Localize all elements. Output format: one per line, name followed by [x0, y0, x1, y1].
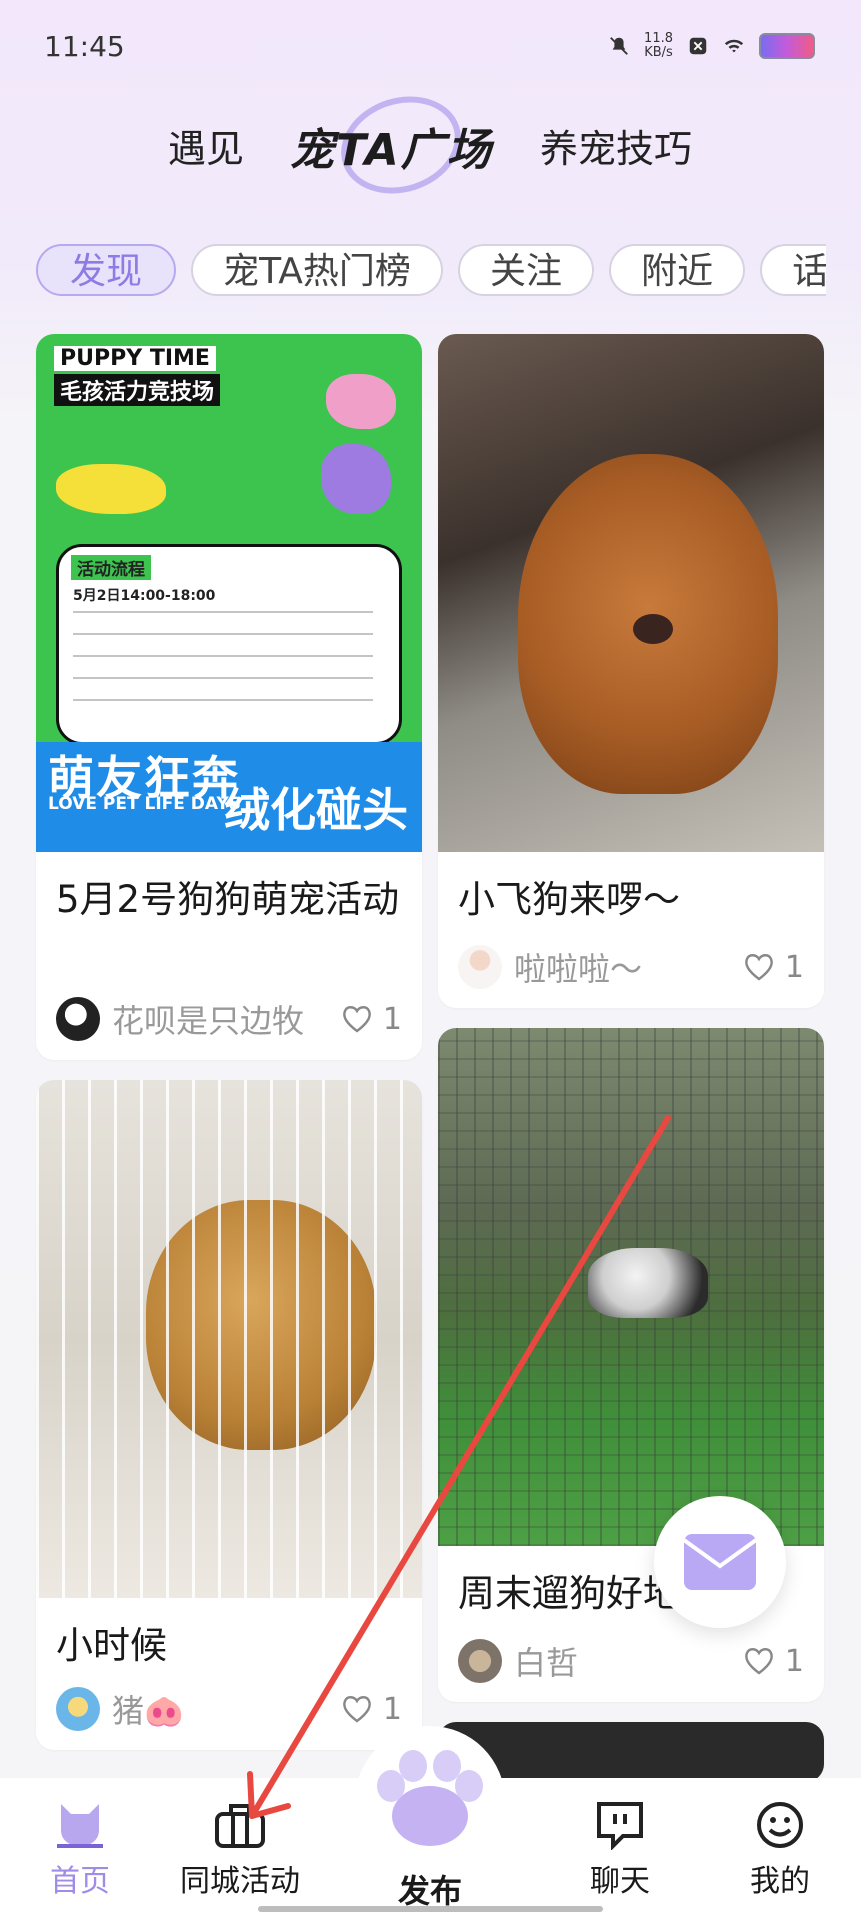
tab-city-events[interactable]: 同城活动: [170, 1800, 310, 1900]
nav-encounter[interactable]: 遇见: [168, 118, 244, 173]
paw-icon: [377, 1750, 483, 1846]
message-fab[interactable]: [654, 1496, 786, 1628]
status-bar: 11:45 11.8 KB/s: [0, 30, 861, 70]
poster-title-cn: 毛孩活力竞技场: [54, 374, 221, 406]
post-card-2[interactable]: 小飞狗来啰～ 啦啦啦～ 1: [438, 334, 824, 1008]
chip-hot-rank[interactable]: 宠TA热门榜: [191, 244, 443, 296]
chip-nearby[interactable]: 附近: [609, 244, 746, 296]
post-meta: 啦啦啦～ 1: [458, 944, 804, 990]
post-title: 5月2号狗狗萌宠活动: [56, 878, 400, 921]
post-meta: 白哲 1: [458, 1638, 804, 1684]
post-image-poster: PUPPY TIME 毛孩活力竞技场 活动流程 5月2日14:00-18:00 …: [36, 334, 422, 852]
status-icons: 11.8 KB/s: [608, 32, 815, 60]
post-card-1[interactable]: PUPPY TIME 毛孩活力竞技场 活动流程 5月2日14:00-18:00 …: [36, 334, 422, 1060]
like-count: 1: [382, 1691, 402, 1727]
chat-bubble-icon: [597, 1802, 643, 1850]
cat-icon: [57, 1804, 103, 1848]
tab-chat[interactable]: 聊天: [550, 1800, 690, 1900]
status-time: 11:45: [44, 30, 125, 63]
poster-love-text: LOVE PET LIFE DAYS: [48, 794, 241, 814]
poster-headline-2: 绒化碰头: [224, 783, 408, 837]
post-author[interactable]: 猪🐽: [112, 1686, 341, 1732]
poster-dog-yellow: [56, 464, 166, 514]
chip-discover[interactable]: 发现: [36, 244, 177, 296]
mute-bell-icon: [610, 37, 628, 55]
nav-pet-tips[interactable]: 养宠技巧: [540, 118, 692, 173]
post-image-golden-dog: [438, 334, 824, 852]
avatar[interactable]: [56, 997, 100, 1041]
heart-icon: [343, 1006, 371, 1033]
heart-icon: [745, 954, 773, 981]
post-meta: 猪🐽 1: [56, 1686, 402, 1732]
post-image-puppy: [36, 1080, 422, 1598]
like-button[interactable]: 1: [341, 1002, 402, 1037]
avatar[interactable]: [458, 945, 502, 989]
like-button[interactable]: 1: [743, 950, 804, 985]
post-title: 小时候: [56, 1624, 167, 1667]
chip-follow[interactable]: 关注: [458, 244, 595, 296]
tab-me[interactable]: 我的: [710, 1800, 850, 1900]
like-button[interactable]: 1: [341, 1692, 402, 1727]
like-count: 1: [784, 1643, 804, 1679]
envelope-icon: [684, 1534, 756, 1590]
chip-topic[interactable]: 话: [760, 244, 826, 296]
like-count: 1: [382, 1001, 402, 1037]
publish-button[interactable]: [355, 1726, 505, 1876]
post-image-husky: [438, 1028, 824, 1546]
post-author[interactable]: 花呗是只边牧: [112, 996, 341, 1042]
heart-icon: [343, 1696, 371, 1723]
home-indicator: [258, 1906, 603, 1912]
tab-home[interactable]: 首页: [10, 1800, 150, 1900]
smiley-icon: [757, 1802, 803, 1848]
like-button[interactable]: 1: [743, 1644, 804, 1679]
net-speed: 11.8 KB/s: [644, 31, 673, 60]
battery-icon: [759, 33, 815, 59]
poster-schedule-panel: 活动流程 5月2日14:00-18:00: [56, 544, 402, 745]
sim-off-icon: [689, 37, 707, 55]
post-card-3[interactable]: 小时候 猪🐽 1: [36, 1080, 422, 1750]
nav-square-logo[interactable]: 宠TA广场: [290, 114, 493, 178]
post-meta: 花呗是只边牧 1: [56, 996, 402, 1042]
wifi-icon: [724, 39, 744, 53]
post-author[interactable]: 啦啦啦～: [514, 944, 743, 990]
post-author[interactable]: 白哲: [514, 1638, 743, 1684]
poster-cat-purple: [321, 444, 391, 514]
poster-title-en: PUPPY TIME: [54, 346, 216, 371]
category-chips: 发现 宠TA热门榜 关注 附近 话: [36, 244, 826, 302]
heart-icon: [745, 1648, 773, 1675]
top-navigation: 遇见 宠TA广场 养宠技巧: [0, 118, 861, 178]
poster-cat-pink: [326, 374, 396, 429]
avatar[interactable]: [458, 1639, 502, 1683]
avatar[interactable]: [56, 1687, 100, 1731]
post-title: 小飞狗来啰～: [458, 878, 680, 921]
like-count: 1: [784, 949, 804, 985]
briefcase-icon: [215, 1804, 265, 1848]
